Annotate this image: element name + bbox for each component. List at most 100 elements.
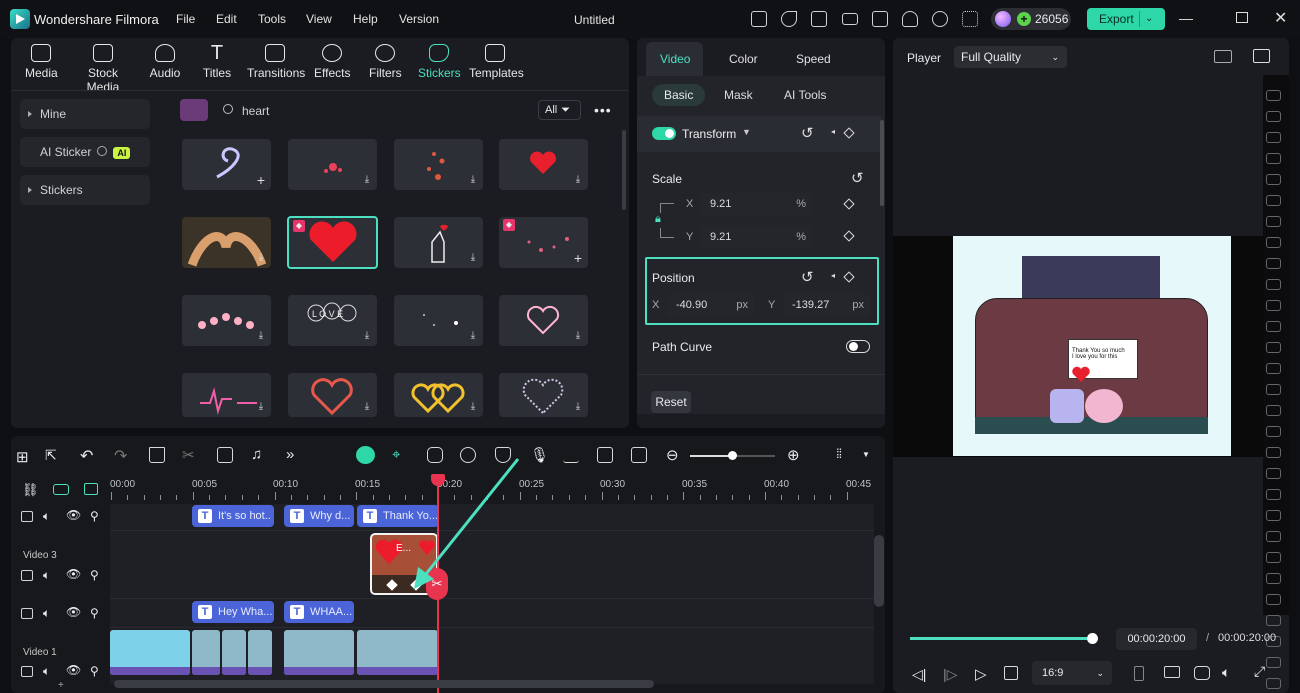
download-icon[interactable]: ⤓	[467, 401, 479, 413]
track-mute-icon[interactable]: 🔈︎	[43, 664, 50, 679]
minimize-icon[interactable]: —	[1179, 10, 1193, 26]
monitor-icon[interactable]	[842, 13, 858, 25]
sticker-item[interactable]: ⤓	[394, 373, 483, 417]
sticker-item[interactable]: ⤓	[499, 295, 588, 346]
heart-sticker[interactable]	[1071, 366, 1091, 384]
delete-trash-icon[interactable]	[149, 447, 165, 463]
sticker-item[interactable]: ⤓	[394, 295, 483, 346]
toolbar-effects[interactable]: Effects	[314, 44, 350, 80]
sidebar-item-stickers[interactable]: Stickers	[20, 175, 150, 205]
menu-version[interactable]: Version	[399, 12, 439, 26]
undo-icon[interactable]: ↶	[80, 446, 93, 466]
caret-down-icon[interactable]: ▼	[862, 450, 870, 459]
toolbar-audio[interactable]: Audio	[148, 44, 182, 80]
ai-mate-icon[interactable]	[356, 446, 375, 464]
split-scissors-icon[interactable]: ✂	[182, 446, 195, 464]
send-icon[interactable]	[781, 11, 797, 27]
play-icon[interactable]: ▷	[975, 665, 987, 683]
audio-edit-icon[interactable]: ♫	[251, 446, 262, 463]
toolbar-media[interactable]: Media	[25, 44, 58, 80]
redo-icon[interactable]: ↷	[114, 446, 127, 466]
video-clip[interactable]	[192, 630, 220, 675]
quality-dropdown[interactable]: Full Quality ⌄	[954, 46, 1067, 68]
subtab-ai-tools[interactable]: AI Tools	[772, 84, 838, 106]
menu-view[interactable]: View	[306, 12, 332, 26]
video-clip[interactable]	[357, 630, 438, 675]
sticker-item[interactable]: ⤓	[499, 139, 588, 190]
track-mute-icon[interactable]: 🔈︎	[43, 568, 50, 583]
timeline-hscrollbar[interactable]	[114, 680, 654, 688]
sidebar-item-mine[interactable]: Mine	[20, 99, 150, 129]
track-folder-icon[interactable]	[21, 570, 33, 581]
link-clips-icon[interactable]	[53, 484, 69, 495]
library-scrollbar[interactable]	[622, 130, 626, 210]
track-visibility-eye-icon[interactable]: 👁︎	[66, 605, 81, 619]
title-clip[interactable]: Why d...	[284, 505, 354, 527]
scale-y-input[interactable]: 9.21%	[701, 226, 812, 248]
caret-down-icon[interactable]: ▼	[742, 127, 751, 137]
video-clip[interactable]	[222, 630, 246, 675]
layout-options-icon[interactable]: ⁞⁞	[836, 446, 842, 461]
credits-badge[interactable]: + 26056	[991, 8, 1071, 30]
toolbar-templates[interactable]: Templates	[469, 44, 524, 80]
gift-icon[interactable]	[751, 11, 767, 27]
track-layout-icon[interactable]	[84, 483, 98, 495]
subtab-mask[interactable]: Mask	[712, 84, 765, 106]
close-icon[interactable]: ✕	[1274, 8, 1287, 28]
sticker-item[interactable]: ◆ +	[499, 217, 588, 268]
track-folder-icon[interactable]	[21, 666, 33, 677]
search-input[interactable]: heart	[242, 104, 269, 118]
download-icon[interactable]: ⤓	[467, 174, 479, 186]
maximize-icon[interactable]	[1236, 12, 1248, 23]
track-lock-icon[interactable]: ⚲	[90, 606, 99, 620]
menu-edit[interactable]: Edit	[216, 12, 237, 26]
sticker-item[interactable]: ⤓	[288, 373, 377, 417]
position-reset-icon[interactable]: ↺	[801, 268, 814, 286]
track-folder-icon[interactable]	[21, 511, 33, 522]
track-visibility-eye-icon[interactable]: 👁︎	[66, 508, 81, 522]
properties-scrollbar[interactable]	[880, 120, 884, 206]
prev-frame-icon[interactable]: ◁|	[912, 666, 926, 683]
download-icon[interactable]: ⤓	[255, 252, 267, 264]
toolbar-stickers[interactable]: Stickers	[418, 44, 461, 80]
download-icon[interactable]: ⤓	[361, 330, 373, 342]
chevron-down-icon[interactable]: ⌄	[1145, 8, 1153, 30]
sticker-item-selected[interactable]: ◆	[287, 216, 378, 269]
zoom-out-icon[interactable]: ⊖	[666, 446, 679, 464]
tab-color[interactable]: Color	[729, 52, 758, 66]
add-icon[interactable]: +	[572, 251, 584, 265]
download-icon[interactable]: ⤓	[361, 401, 373, 413]
more-options-icon[interactable]: •••	[594, 102, 612, 118]
menu-tools[interactable]: Tools	[258, 12, 286, 26]
download-icon[interactable]: ⤓	[572, 174, 584, 186]
feedback-icon[interactable]	[811, 11, 827, 27]
microphone-icon[interactable]: 🎙︎	[530, 446, 549, 464]
scale-x-input[interactable]: 9.21%	[701, 193, 812, 215]
download-icon[interactable]: ⤓	[467, 330, 479, 342]
path-curve-toggle[interactable]	[846, 340, 870, 353]
download-icon[interactable]: ⤓	[255, 330, 267, 342]
timeline-vscrollbar[interactable]	[874, 535, 884, 607]
toolbar-transitions[interactable]: Transitions	[247, 44, 305, 80]
download-icon[interactable]: ⤓	[572, 401, 584, 413]
more-tools-chevron-icon[interactable]: »	[286, 446, 294, 463]
layout-grid-icon[interactable]: ⊞	[16, 448, 29, 466]
toolbar-titles[interactable]: T Titles	[202, 43, 232, 80]
camera-snapshot-icon[interactable]	[1194, 666, 1210, 680]
download-icon[interactable]: ⤓	[467, 252, 479, 264]
tab-video[interactable]: Video	[660, 52, 690, 66]
video-clip[interactable]	[284, 630, 354, 675]
save-icon[interactable]	[872, 11, 888, 27]
help-icon[interactable]	[97, 146, 108, 156]
prev-keyframe-icon[interactable]: ◂	[831, 271, 835, 280]
zoom-in-icon[interactable]: ⊕	[787, 446, 800, 464]
sticker-item[interactable]: ⤓	[182, 295, 271, 346]
zoom-slider-handle[interactable]	[728, 451, 737, 460]
fit-width-icon[interactable]	[631, 447, 647, 463]
prev-keyframe-icon[interactable]: ◂	[831, 127, 835, 136]
download-icon[interactable]: ⤓	[255, 401, 267, 413]
sidebar-item-ai-sticker[interactable]: AI Sticker AI	[20, 137, 150, 167]
add-track-icon[interactable]: +	[58, 680, 64, 691]
pip-icon[interactable]	[597, 447, 613, 463]
sticker-item[interactable]: ⤓	[499, 373, 588, 417]
